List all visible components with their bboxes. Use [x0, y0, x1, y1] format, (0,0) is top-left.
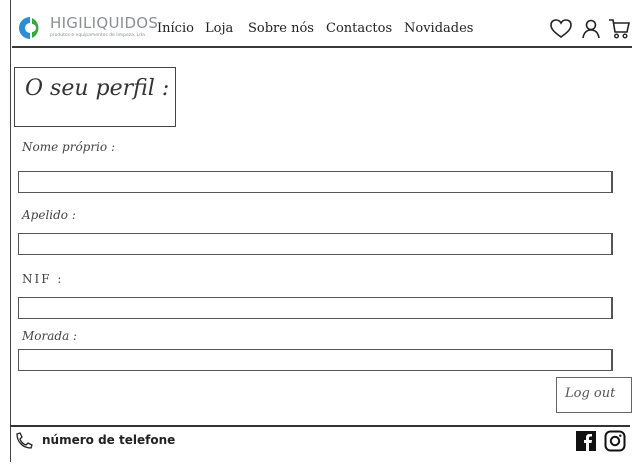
logo-mark-icon — [19, 17, 39, 39]
phone-number[interactable]: número de telefone — [42, 433, 175, 447]
first-name-label: Nome próprio : — [22, 140, 115, 154]
nav-loja[interactable]: Loja — [205, 21, 233, 36]
logout-label: Log out — [565, 386, 616, 401]
logo-tagline: produtos e equipamentos de limpeza, Lda — [50, 33, 145, 38]
nav-contactos[interactable]: Contactos — [326, 21, 392, 36]
last-name-label: Apelido : — [22, 208, 76, 222]
cart-icon[interactable] — [608, 18, 630, 44]
heart-icon[interactable] — [550, 19, 572, 43]
phone-icon — [14, 432, 34, 454]
profile-title: O seu perfil : — [25, 76, 170, 101]
instagram-icon[interactable] — [604, 430, 626, 456]
logo-name: HIGILIQUIDOS — [50, 14, 159, 32]
logout-button[interactable]: Log out — [556, 377, 632, 413]
last-name-field[interactable] — [18, 233, 613, 255]
nif-label: NIF : — [22, 272, 64, 286]
profile-title-box: O seu perfil : — [14, 67, 176, 127]
nav-inicio[interactable]: Início — [157, 21, 194, 36]
nav-novidades[interactable]: Novidades — [404, 21, 473, 36]
facebook-icon[interactable] — [576, 431, 596, 455]
user-icon[interactable] — [582, 19, 600, 43]
address-field[interactable] — [18, 349, 613, 371]
nif-field[interactable] — [18, 297, 613, 319]
address-label: Morada : — [22, 329, 78, 343]
first-name-field[interactable] — [18, 171, 613, 193]
logo[interactable]: HIGILIQUIDOS produtos e equipamentos de … — [16, 12, 158, 42]
site-header: HIGILIQUIDOS produtos e equipamentos de … — [12, 8, 632, 48]
nav-sobre-nos[interactable]: Sobre nós — [248, 21, 314, 36]
site-footer: número de telefone — [10, 425, 630, 464]
